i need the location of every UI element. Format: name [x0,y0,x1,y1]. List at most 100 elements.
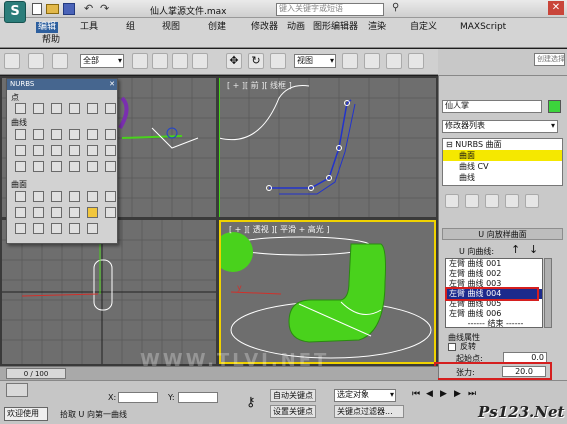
previous-frame-icon[interactable]: ◀ [426,389,433,399]
reverse-checkbox[interactable] [448,343,456,351]
redo-icon[interactable]: ↷ [100,2,109,15]
stack-item-curve[interactable]: 曲线 [443,172,562,183]
pin-stack-icon[interactable] [445,194,459,208]
next-frame-icon[interactable]: ▶ [454,389,461,399]
surface-point-icon[interactable] [87,103,98,114]
menu-create[interactable]: 创建 [208,22,226,33]
menu-graph-editors[interactable]: 图形编辑器 [313,22,358,33]
show-end-result-icon[interactable] [465,194,479,208]
track-bar-icon[interactable] [6,383,28,397]
blend-surface-icon[interactable] [69,191,80,202]
multicurve-trim-icon[interactable] [69,223,80,234]
selection-set-select[interactable]: 选定对象 ▾ [334,389,396,402]
key-icon[interactable]: ⚷ [246,395,256,410]
u-iso-curve-icon[interactable] [87,145,98,156]
surface-curve-point-icon[interactable] [105,103,116,114]
uv-loft-surface-icon[interactable] [105,207,116,218]
select-scale-icon[interactable] [270,53,286,69]
lathe-surface-icon[interactable] [33,207,44,218]
multisided-blend-icon[interactable] [51,223,62,234]
cv-surface-icon[interactable] [15,191,26,202]
undo-tool-icon[interactable] [4,53,20,69]
mirror-surface-icon[interactable] [105,191,116,202]
offset-point-icon[interactable] [33,103,44,114]
extrude-surface-icon[interactable] [15,207,26,218]
search-icon[interactable]: ⚲ [392,2,399,13]
u-loft-surface-icon[interactable] [87,207,98,218]
fillet-curve-icon[interactable] [51,145,62,156]
auto-key-button[interactable]: 自动关键点 [270,389,316,402]
u-curve-item[interactable]: 左臂 曲线 006 [446,309,542,319]
normal-projected-curve-icon[interactable] [15,161,26,172]
cv-curve-on-surface-icon[interactable] [51,161,62,172]
viewport-perspective[interactable]: y [ + ][ 透视 ][ 平滑 + 高光 ] [219,220,436,364]
menu-customize[interactable]: 自定义 [410,22,437,33]
point-curve-on-surface-icon[interactable] [69,161,80,172]
menu-animation[interactable]: 动画 [287,22,305,33]
stack-item-curve-cv[interactable]: 曲线 CV [443,161,562,172]
app-logo-icon[interactable]: S [4,1,26,23]
quick-save-icon[interactable] [63,3,75,15]
surface-offset-curve-icon[interactable] [87,161,98,172]
surface-intersection-icon[interactable] [69,145,80,156]
u-curve-item[interactable]: 左臂 曲线 001 [446,259,542,269]
fit-curve-icon[interactable] [51,129,62,140]
configure-modifier-sets-icon[interactable] [525,194,539,208]
object-color-swatch[interactable] [548,100,561,113]
list-scrollbar[interactable] [544,258,552,328]
menu-edit[interactable]: 编辑 [36,22,59,33]
stack-root-nurbs[interactable]: ⊟ NURBS 曲面 [443,139,562,150]
search-input[interactable]: 键入关键字或短语 [276,3,384,16]
menu-maxscript[interactable]: MAXScript [460,22,506,33]
bind-space-warp-icon[interactable] [52,53,68,69]
2-rail-sweep-icon[interactable] [33,223,44,234]
offset-curve-icon[interactable] [105,129,116,140]
stack-item-surface[interactable]: 曲面 [443,150,562,161]
offset-surface-icon[interactable] [87,191,98,202]
modifier-list-select[interactable]: 修改器列表 ▾ [442,120,558,133]
u-curve-item[interactable]: 左臂 曲线 002 [446,269,542,279]
point-tool-icon[interactable] [15,103,26,114]
u-loft-rollout-header[interactable]: U 向放样曲面 [442,228,563,240]
menu-group[interactable]: 组 [126,22,135,33]
1-rail-sweep-icon[interactable] [15,223,26,234]
quick-new-icon[interactable] [32,3,42,15]
x-coord-field[interactable] [118,392,158,403]
go-to-start-icon[interactable]: ⏮ [412,389,420,399]
quick-open-icon[interactable] [46,4,59,14]
close-icon[interactable]: ✕ [548,1,564,15]
ruled-surface-icon[interactable] [51,207,62,218]
select-object-icon[interactable] [132,53,148,69]
curve-point-icon[interactable] [51,103,62,114]
object-name-field[interactable]: 仙人掌 [442,100,542,113]
link-icon[interactable] [28,53,44,69]
select-move-icon[interactable]: ✥ [226,53,242,69]
transform-curve-icon[interactable] [69,129,80,140]
manipulate-icon[interactable] [364,53,380,69]
menu-help[interactable]: 帮助 [42,35,60,46]
remove-modifier-icon[interactable] [505,194,519,208]
go-to-end-icon[interactable]: ⏭ [468,389,476,399]
pivot-center-icon[interactable] [342,53,358,69]
y-coord-field[interactable] [178,392,218,403]
menu-tools[interactable]: 工具 [80,22,98,33]
blend-curve-icon[interactable] [87,129,98,140]
reference-coord-select[interactable]: 视图 ▾ [294,54,336,68]
make-unique-icon[interactable] [485,194,499,208]
chamfer-curve-icon[interactable] [33,145,44,156]
curve-curve-point-icon[interactable] [69,103,80,114]
move-up-arrow-icon[interactable]: ↑ [511,243,520,256]
viewport-front[interactable]: [ + ][ 前 ][ 线框 ] [219,78,436,217]
v-iso-curve-icon[interactable] [105,145,116,156]
surface-edge-curve-icon[interactable] [105,161,116,172]
vector-projected-curve-icon[interactable] [33,161,44,172]
select-rotate-icon[interactable]: ↻ [248,53,264,69]
rect-selection-icon[interactable] [172,53,188,69]
named-selection-input[interactable]: 创建选择 [534,53,565,66]
nurbs-palette-titlebar[interactable]: NURBS ✕ [7,79,117,90]
window-crossing-icon[interactable] [192,53,208,69]
time-slider-handle[interactable]: 0 / 100 [6,368,66,379]
menu-modifiers[interactable]: 修改器 [251,22,278,33]
point-curve-icon[interactable] [33,129,44,140]
key-filters-button[interactable]: 关键点过滤器... [334,405,404,418]
